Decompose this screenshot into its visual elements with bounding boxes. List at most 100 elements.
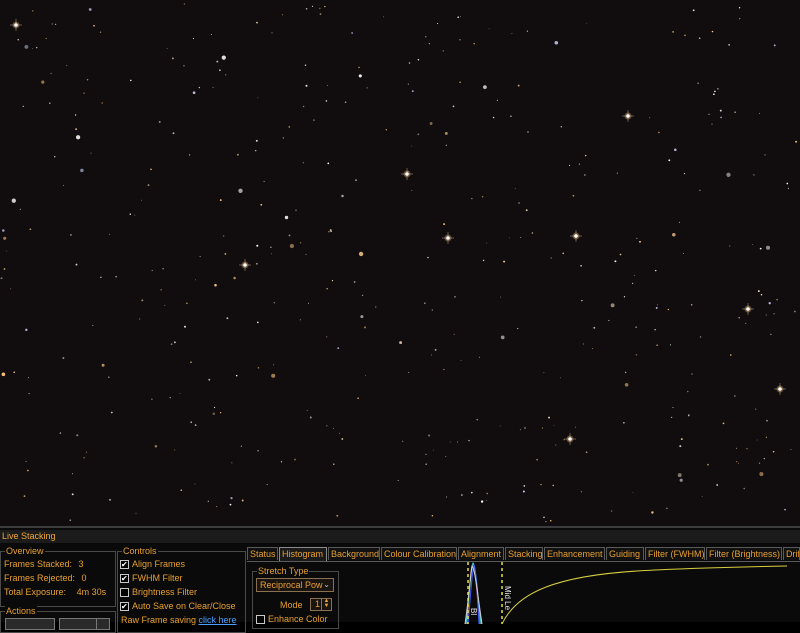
star	[770, 333, 772, 336]
tab-guiding[interactable]: Guiding	[606, 547, 644, 560]
checkbox-label: Auto Save on Clear/Close	[132, 601, 236, 611]
star	[207, 500, 209, 502]
checkbox-box[interactable]	[120, 601, 129, 612]
star	[266, 484, 268, 486]
star	[610, 510, 613, 512]
auto-save-checkbox[interactable]: Auto Save on Clear/Close	[120, 601, 236, 612]
star	[550, 257, 552, 259]
star	[716, 87, 719, 90]
star	[271, 373, 276, 378]
star	[656, 304, 659, 306]
histogram-plot[interactable]: Bl Mid Le	[457, 562, 787, 624]
star	[510, 115, 512, 118]
star	[674, 148, 677, 152]
checkbox-box[interactable]	[120, 588, 129, 598]
star	[83, 456, 85, 459]
star	[324, 5, 326, 8]
tab-histogram[interactable]: Histogram	[279, 547, 327, 561]
frames-rejected-label: Frames Rejected:	[4, 573, 76, 583]
star	[75, 135, 81, 140]
star	[632, 492, 634, 493]
star	[147, 184, 150, 187]
star	[635, 326, 637, 328]
tab-background[interactable]: Background	[328, 547, 380, 560]
star	[639, 240, 641, 243]
star	[616, 172, 618, 174]
star	[429, 122, 433, 125]
bright-star	[570, 230, 582, 242]
star	[729, 245, 731, 247]
tab-stacking[interactable]: Stacking	[505, 547, 543, 560]
star	[473, 42, 475, 45]
action-button-1[interactable]	[5, 618, 55, 630]
checkbox-box[interactable]	[120, 573, 129, 584]
star	[672, 31, 674, 33]
star	[654, 328, 656, 331]
star	[41, 80, 45, 84]
star	[755, 408, 757, 410]
star	[402, 440, 404, 442]
tab-alignment[interactable]: Alignment	[458, 547, 504, 560]
controls-group: Controls Align Frames FWHM Filter Bright…	[117, 546, 246, 633]
stepper-arrows-icon[interactable]: ▲ ▼	[321, 598, 331, 610]
star	[72, 473, 73, 475]
star	[518, 202, 520, 204]
star	[449, 441, 451, 443]
star	[337, 347, 340, 349]
checkbox-box[interactable]	[120, 559, 129, 570]
star-field-svg	[0, 3, 798, 523]
star	[59, 432, 62, 434]
star-field-image[interactable]	[0, 0, 800, 526]
tab-status[interactable]: Status	[247, 547, 278, 560]
raw-frame-saving-link[interactable]: click here	[199, 615, 237, 625]
fwhm-filter-checkbox[interactable]: FWHM Filter	[120, 573, 183, 584]
enhance-color-checkbox[interactable]: Enhance Color	[256, 614, 328, 625]
star	[170, 343, 173, 345]
tab-filter-brightness[interactable]: Filter (Brightness)	[706, 547, 782, 560]
star	[35, 46, 38, 49]
star	[773, 313, 775, 315]
star	[11, 198, 16, 203]
star	[614, 260, 617, 263]
star	[468, 439, 470, 442]
star	[668, 159, 671, 162]
star	[454, 296, 456, 298]
checkbox-box[interactable]	[256, 615, 265, 625]
star	[522, 490, 525, 493]
star	[790, 449, 792, 450]
stretch-type-select[interactable]: Reciprocal Pow ⌄	[256, 578, 334, 592]
star	[208, 378, 211, 381]
star	[428, 434, 431, 437]
star	[635, 353, 638, 356]
star	[580, 491, 583, 493]
star	[309, 416, 312, 419]
star	[313, 119, 315, 121]
star	[745, 322, 747, 325]
frames-stacked-row: Frames Stacked: 3	[4, 559, 84, 570]
star	[270, 246, 272, 248]
total-exposure-row: Total Exposure: 4m 30s	[4, 587, 106, 598]
action-button-2[interactable]	[59, 618, 97, 630]
star	[654, 269, 657, 272]
tab-colour-calibration[interactable]: Colour Calibration	[381, 547, 457, 560]
star	[559, 377, 561, 379]
mode-stepper[interactable]: 1 ▲ ▼	[310, 598, 332, 611]
tab-drift[interactable]: Drift	[783, 547, 800, 560]
star	[492, 116, 495, 119]
tab-filter-fwhm[interactable]: Filter (FWHM)	[645, 547, 705, 560]
star	[739, 17, 741, 20]
star	[263, 180, 265, 182]
star	[192, 37, 195, 40]
action-dropdown-button[interactable]	[96, 618, 110, 630]
star	[584, 174, 586, 176]
star	[17, 38, 19, 41]
star	[151, 269, 153, 272]
tab-enhancement[interactable]: Enhancement	[544, 547, 605, 560]
star	[786, 182, 789, 185]
star	[708, 113, 710, 115]
star	[701, 495, 703, 497]
star	[158, 120, 161, 123]
align-frames-checkbox[interactable]: Align Frames	[120, 559, 185, 570]
brightness-filter-checkbox[interactable]: Brightness Filter	[120, 587, 197, 598]
star	[66, 64, 68, 66]
